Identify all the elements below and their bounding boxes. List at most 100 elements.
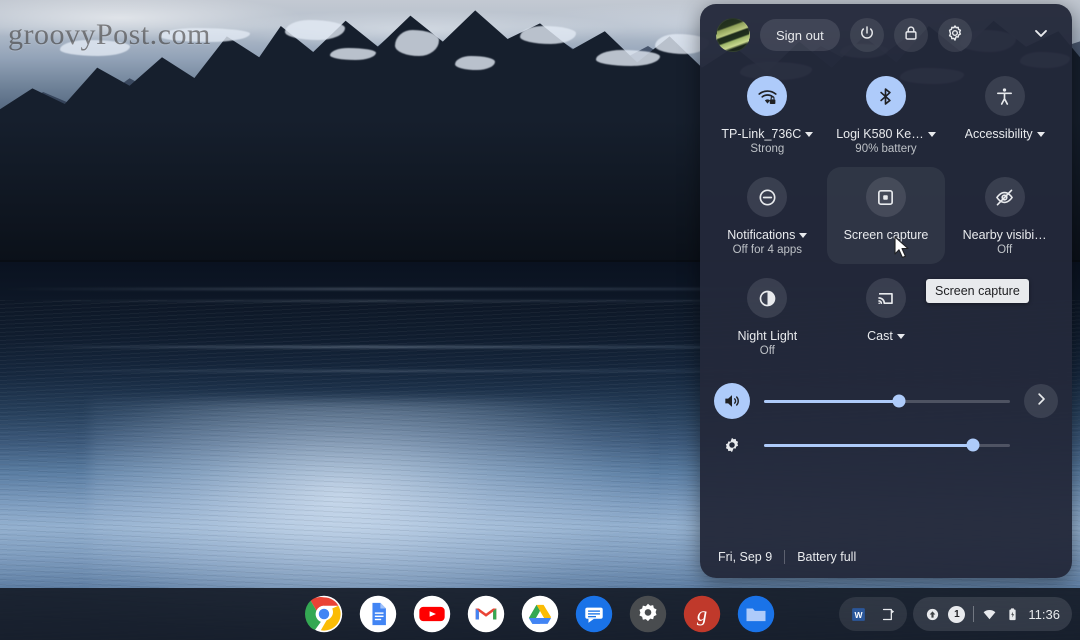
wifi-locked-icon xyxy=(747,76,787,116)
word-document-icon[interactable]: W xyxy=(845,601,871,627)
shelf-item-docs[interactable] xyxy=(359,595,397,633)
shelf-item-groovypost[interactable]: g xyxy=(683,595,721,633)
shelf-app-list: g xyxy=(305,595,775,633)
gmail-icon xyxy=(467,595,505,633)
collapse-panel-button[interactable] xyxy=(1024,18,1058,52)
brightness-slider[interactable] xyxy=(764,444,1010,447)
tile-notifications[interactable]: Notifications Off for 4 apps xyxy=(708,167,827,264)
volume-slider-thumb[interactable] xyxy=(893,395,906,408)
screen-capture-tooltip: Screen capture xyxy=(926,279,1029,303)
tile-bluetooth-label: Logi K580 Ke… xyxy=(836,126,924,142)
shelf-item-chrome[interactable] xyxy=(305,595,343,633)
eye-off-icon xyxy=(985,177,1025,217)
brightness-icon xyxy=(714,427,750,463)
lock-icon xyxy=(902,24,920,47)
notification-count-badge[interactable]: 1 xyxy=(948,606,965,623)
chevron-down-icon[interactable] xyxy=(928,132,936,137)
wifi-icon[interactable] xyxy=(982,607,997,622)
chevron-down-icon[interactable] xyxy=(799,233,807,238)
tile-notifications-status: Off for 4 apps xyxy=(733,244,802,256)
accessibility-icon xyxy=(985,76,1025,116)
screen-capture-icon xyxy=(866,177,906,217)
tile-night-light[interactable]: Night Light Off xyxy=(708,268,827,365)
tile-night-light-label: Night Light xyxy=(737,328,797,344)
chromeos-desktop: groovyPost.com Sign out xyxy=(0,0,1080,640)
audio-settings-button[interactable] xyxy=(1024,384,1058,418)
shelf-item-settings[interactable] xyxy=(629,595,667,633)
brightness-slider-thumb[interactable] xyxy=(967,439,980,452)
bluetooth-icon xyxy=(866,76,906,116)
brightness-slider-fill xyxy=(764,444,973,447)
quick-settings-footer: Fri, Sep 9 Battery full xyxy=(700,550,1072,578)
quick-settings-tiles: TP-Link_736C Strong Logi K580 Ke… 90% ba… xyxy=(700,60,1072,365)
google-drive-icon xyxy=(521,595,559,633)
settings-button[interactable] xyxy=(938,18,972,52)
svg-text:W: W xyxy=(854,610,863,620)
chevron-down-icon[interactable] xyxy=(897,334,905,339)
tile-accessibility-label-row: Accessibility xyxy=(965,126,1045,142)
google-docs-icon xyxy=(359,595,397,633)
status-divider xyxy=(973,606,974,622)
system-status-pill[interactable]: 1 11:36 xyxy=(913,597,1072,631)
messages-icon xyxy=(575,595,613,633)
tile-network[interactable]: TP-Link_736C Strong xyxy=(708,66,827,163)
shelf-item-drive[interactable] xyxy=(521,595,559,633)
footer-battery-status[interactable]: Battery full xyxy=(797,550,856,564)
tile-network-label-row: TP-Link_736C xyxy=(721,126,813,142)
tile-accessibility[interactable]: Accessibility xyxy=(945,66,1064,163)
footer-divider xyxy=(784,550,785,564)
tile-network-status: Strong xyxy=(750,143,784,155)
power-icon xyxy=(858,24,876,47)
youtube-icon xyxy=(413,595,451,633)
tile-cast-label: Cast xyxy=(867,328,893,344)
tile-network-label: TP-Link_736C xyxy=(721,126,801,142)
footer-date[interactable]: Fri, Sep 9 xyxy=(718,550,772,564)
wallpaper-watermark: groovyPost.com xyxy=(8,18,211,52)
tile-nearby-visibility-label-row: Nearby visibi… xyxy=(963,227,1047,243)
chevron-right-icon xyxy=(1032,390,1050,413)
volume-on-icon[interactable] xyxy=(714,383,750,419)
tile-nearby-visibility-status: Off xyxy=(997,244,1012,256)
update-available-icon[interactable] xyxy=(925,607,940,622)
tile-notifications-label-row: Notifications xyxy=(727,227,807,243)
tile-notifications-label: Notifications xyxy=(727,227,795,243)
tile-screen-capture[interactable]: Screen capture xyxy=(827,167,946,264)
night-light-icon xyxy=(747,278,787,318)
quick-settings-sliders xyxy=(700,365,1072,467)
volume-slider[interactable] xyxy=(764,400,1010,403)
tile-bluetooth-status: 90% battery xyxy=(855,143,916,155)
tile-screen-capture-label: Screen capture xyxy=(844,227,929,243)
gear-icon xyxy=(946,24,964,47)
groovypost-icon: g xyxy=(683,595,721,633)
chrome-icon xyxy=(305,595,343,633)
tray-window-group[interactable]: W xyxy=(839,597,907,631)
shelf-item-files[interactable] xyxy=(737,595,775,633)
tile-bluetooth[interactable]: Logi K580 Ke… 90% battery xyxy=(827,66,946,163)
avatar[interactable] xyxy=(716,18,750,52)
tile-cast-label-row: Cast xyxy=(867,328,905,344)
tile-nearby-visibility[interactable]: Nearby visibi… Off xyxy=(945,167,1064,264)
tile-bluetooth-label-row: Logi K580 Ke… xyxy=(836,126,936,142)
clock[interactable]: 11:36 xyxy=(1028,607,1060,622)
chevron-down-icon xyxy=(1031,23,1051,48)
shelf-item-youtube[interactable] xyxy=(413,595,451,633)
svg-text:g: g xyxy=(697,604,707,626)
do-not-disturb-icon xyxy=(747,177,787,217)
sign-out-button[interactable]: Sign out xyxy=(760,19,840,51)
brightness-slider-row xyxy=(714,423,1058,467)
power-button[interactable] xyxy=(850,18,884,52)
chevron-down-icon[interactable] xyxy=(805,132,813,137)
gear-icon xyxy=(629,595,667,633)
shelf-item-messages[interactable] xyxy=(575,595,613,633)
cast-icon xyxy=(866,278,906,318)
files-folder-icon xyxy=(737,595,775,633)
lock-button[interactable] xyxy=(894,18,928,52)
tile-night-light-label-row: Night Light xyxy=(737,328,797,344)
screen-capture-tray-icon[interactable] xyxy=(875,601,901,627)
volume-slider-fill xyxy=(764,400,899,403)
quick-settings-header: Sign out xyxy=(700,4,1072,60)
battery-charging-icon[interactable] xyxy=(1005,607,1020,622)
tile-night-light-status: Off xyxy=(760,345,775,357)
chevron-down-icon[interactable] xyxy=(1037,132,1045,137)
shelf-item-gmail[interactable] xyxy=(467,595,505,633)
